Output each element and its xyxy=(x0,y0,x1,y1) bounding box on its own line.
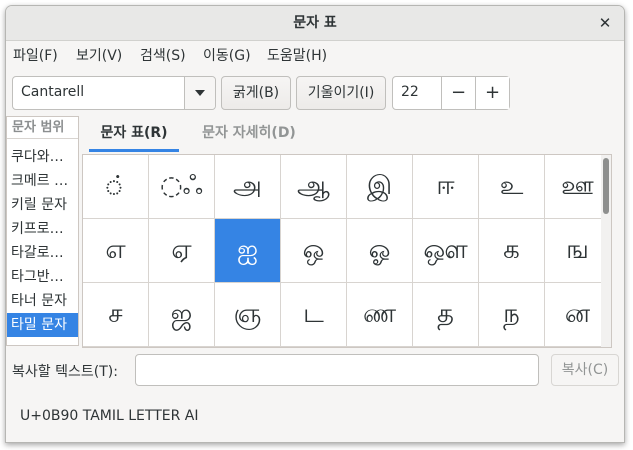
script-item-kudawadi[interactable]: 쿠다와… xyxy=(7,145,78,169)
char-cell[interactable]: ஈ xyxy=(413,155,479,219)
close-icon[interactable]: ✕ xyxy=(595,13,615,33)
char-cell[interactable]: ஏ xyxy=(149,219,215,283)
tab-character-details[interactable]: 문자 자세히(D) xyxy=(194,116,304,152)
copy-text-input[interactable] xyxy=(135,354,539,386)
script-list: 문자 범위 쿠다와… 크메르 … 키릴 문자 키프로… 타갈로… 타그반… 타너… xyxy=(6,116,79,346)
char-cell[interactable]: எ xyxy=(83,219,149,283)
script-list-header: 문자 범위 xyxy=(7,117,78,139)
char-cell[interactable]: ஒ xyxy=(281,219,347,283)
script-item-cyrillic[interactable]: 키릴 문자 xyxy=(7,193,78,217)
script-item-khmer[interactable]: 크메르 … xyxy=(7,169,78,193)
char-cell[interactable]: ஓ xyxy=(347,219,413,283)
menu-view[interactable]: 보기(V) xyxy=(76,46,122,66)
chevron-down-icon xyxy=(195,90,205,96)
char-cell[interactable]: ஜ xyxy=(149,283,215,347)
char-cell[interactable]: ஆ xyxy=(281,155,347,219)
font-name: Cantarell xyxy=(21,84,85,100)
script-item-cypriot[interactable]: 키프로… xyxy=(7,217,78,241)
char-cell[interactable]: இ xyxy=(347,155,413,219)
char-cell[interactable]: ◌ஃ xyxy=(149,155,215,219)
copy-button[interactable]: 복사(C) xyxy=(551,354,619,386)
menu-search[interactable]: 검색(S) xyxy=(140,46,186,66)
char-cell[interactable]: ஞ xyxy=(215,283,281,347)
script-item-thaana[interactable]: 타너 문자 xyxy=(7,289,78,313)
font-size-spinner[interactable]: 22 − + xyxy=(392,76,510,110)
menu-help[interactable]: 도움말(H) xyxy=(267,46,327,66)
notebook: 문자 표(R) 문자 자세히(D) ◌் ◌ஃ அ ஆ இ ஈ உ ஊ எ ஏ … xyxy=(82,116,616,348)
scrollbar-thumb[interactable] xyxy=(603,158,609,214)
copy-text-label: 복사할 텍스트(T): xyxy=(12,364,118,380)
grid-scrollbar[interactable] xyxy=(601,155,611,347)
font-size-value[interactable]: 22 xyxy=(401,84,419,100)
char-cell[interactable]: ◌் xyxy=(83,155,149,219)
font-dropdown-button[interactable] xyxy=(184,77,215,109)
char-cell[interactable]: ஔ xyxy=(413,219,479,283)
title-bar: 문자 표 ✕ xyxy=(6,6,624,41)
bold-toggle[interactable]: 굵게(B) xyxy=(221,76,291,110)
char-cell[interactable]: க xyxy=(479,219,545,283)
char-cell[interactable]: ட xyxy=(281,283,347,347)
font-selector[interactable]: Cantarell xyxy=(12,76,216,110)
menu-bar: 파일(F) 보기(V) 검색(S) 이동(G) 도움말(H) xyxy=(6,42,624,70)
char-cell[interactable]: ச xyxy=(83,283,149,347)
char-cell[interactable]: ந xyxy=(479,283,545,347)
window-title: 문자 표 xyxy=(293,15,337,31)
char-cell-selected[interactable]: ஐ xyxy=(215,219,281,283)
script-item-tamil[interactable]: 타밀 문자 xyxy=(7,313,78,337)
character-status: U+0B90 TAMIL LETTER AI xyxy=(20,408,199,424)
script-item-tagbanwa[interactable]: 타그반… xyxy=(7,265,78,289)
char-cell[interactable]: அ xyxy=(215,155,281,219)
charmap-window: 문자 표 ✕ 파일(F) 보기(V) 검색(S) 이동(G) 도움말(H) Ca… xyxy=(5,5,625,443)
character-grid: ◌் ◌ஃ அ ஆ இ ஈ உ ஊ எ ஏ ஐ ஒ ஓ ஔ க ங ச ஜ ஞ … xyxy=(82,154,612,348)
menu-file[interactable]: 파일(F) xyxy=(13,46,58,66)
char-cell[interactable]: ண xyxy=(347,283,413,347)
char-cell[interactable]: உ xyxy=(479,155,545,219)
minus-icon[interactable]: − xyxy=(441,77,475,109)
script-item-tagalog[interactable]: 타갈로… xyxy=(7,241,78,265)
toolbar: Cantarell 굵게(B) 기울이기(I) 22 − + xyxy=(6,72,624,112)
menu-go[interactable]: 이동(G) xyxy=(203,46,251,66)
italic-toggle[interactable]: 기울이기(I) xyxy=(296,76,386,110)
char-cell[interactable]: த xyxy=(413,283,479,347)
plus-icon[interactable]: + xyxy=(475,77,509,109)
tab-character-table[interactable]: 문자 표(R) xyxy=(89,116,179,152)
